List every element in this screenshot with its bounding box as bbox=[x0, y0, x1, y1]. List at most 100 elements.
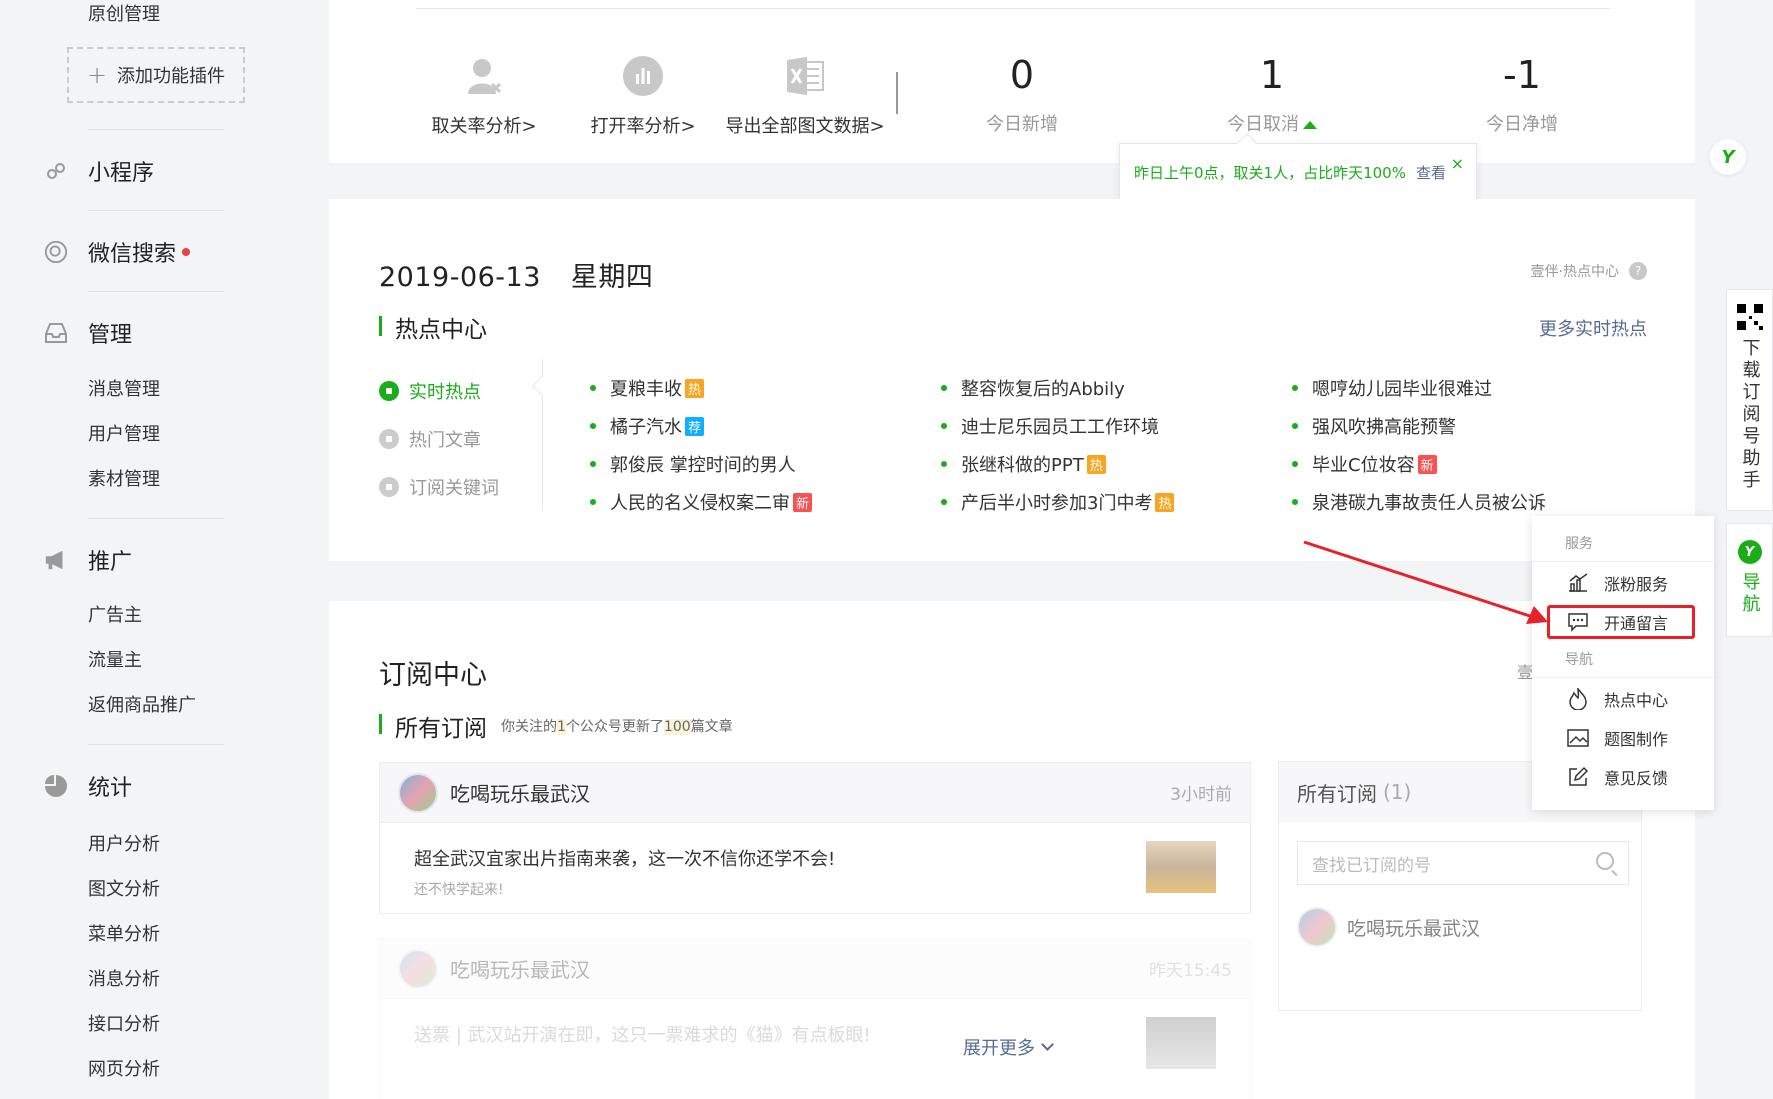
stat-label: 今日取消 bbox=[1227, 114, 1299, 135]
hot-topic[interactable]: 橘子汽水荐 bbox=[590, 407, 812, 445]
article-thumbnail[interactable] bbox=[1146, 1017, 1216, 1069]
sidebar-group-manage[interactable]: 管理 bbox=[44, 317, 132, 349]
brand-label: 壹 bbox=[1517, 663, 1534, 682]
sidebar-group-label: 统计 bbox=[88, 776, 133, 801]
account-name[interactable]: 吃喝玩乐最武汉 bbox=[450, 954, 1149, 983]
tab-realtime-hot[interactable]: 实时热点 bbox=[379, 367, 499, 415]
hot-center-card: 2019-06-13 星期四 壹伴·热点中心 ? 热点中心 更多实时热点 实时热点… bbox=[329, 199, 1695, 561]
panel-title: 所有订阅 bbox=[1297, 781, 1377, 806]
divider bbox=[896, 72, 898, 114]
more-hot-link[interactable]: 更多实时热点 bbox=[1539, 315, 1647, 341]
expand-more-button[interactable]: 展开更多 bbox=[963, 1034, 1054, 1060]
sidebar-group-promote[interactable]: 推广 bbox=[44, 544, 132, 576]
navigation-tab[interactable]: Y 导航 bbox=[1726, 523, 1773, 637]
tab-keywords[interactable]: 订阅关键词 bbox=[379, 463, 499, 511]
sidebar-group-stats[interactable]: 统计 bbox=[44, 770, 132, 802]
growth-chart-icon bbox=[1566, 572, 1590, 594]
topic-text: 张继科做的PPT bbox=[961, 455, 1084, 476]
weekday-text: 星期四 bbox=[570, 262, 654, 293]
sidebar-item-message-analysis[interactable]: 消息分析 bbox=[88, 965, 160, 991]
sidebar-item-article-analysis[interactable]: 图文分析 bbox=[88, 875, 160, 901]
menu-item-hot-center[interactable]: 热点中心 bbox=[1566, 687, 1668, 711]
close-icon[interactable]: × bbox=[1451, 154, 1464, 173]
chevron-down-icon bbox=[1041, 1038, 1054, 1051]
subscription-title: 订阅中心 bbox=[379, 660, 487, 691]
feed-item[interactable]: 吃喝玩乐最武汉 3小时前 超全武汉宜家出片指南来袭，这一次不信你还学不会! 还不… bbox=[379, 762, 1251, 914]
menu-item-label: 涨粉服务 bbox=[1604, 575, 1669, 594]
menu-item-cover-maker[interactable]: 题图制作 bbox=[1566, 726, 1668, 750]
menu-item-grow-fans[interactable]: 涨粉服务 bbox=[1566, 571, 1668, 595]
sidebar-item-materials[interactable]: 素材管理 bbox=[88, 465, 160, 491]
feed-item[interactable]: 吃喝玩乐最武汉 昨天15:45 送票 | 武汉站开演在即，这只一票难求的《猫》有… bbox=[379, 938, 1251, 1099]
hot-topic[interactable]: 毕业C位妆容新 bbox=[1292, 445, 1546, 483]
tab-label: 订阅关键词 bbox=[409, 478, 499, 499]
tab-hot-articles[interactable]: 热门文章 bbox=[379, 415, 499, 463]
hot-topic[interactable]: 整容恢复后的Abbily bbox=[941, 369, 1174, 407]
topic-text: 人民的名义侵权案二审 bbox=[610, 493, 790, 514]
hot-topic[interactable]: 强风吹拂高能预警 bbox=[1292, 407, 1546, 445]
sidebar-item-api-analysis[interactable]: 接口分析 bbox=[88, 1010, 160, 1036]
sidebar-item-publisher[interactable]: 流量主 bbox=[88, 646, 142, 672]
avatar bbox=[1297, 907, 1337, 947]
article-title[interactable]: 送票 | 武汉站开演在即，这只一票难求的《猫》有点板眼! bbox=[414, 1021, 1216, 1047]
hot-topic[interactable]: 嗯哼幼儿园毕业很难过 bbox=[1292, 369, 1546, 407]
hot-topic[interactable]: 泉港碳九事故责任人员被公诉 bbox=[1292, 483, 1546, 521]
subscription-item[interactable]: 吃喝玩乐最武汉 bbox=[1297, 907, 1480, 947]
sidebar-item-menu-analysis[interactable]: 菜单分析 bbox=[88, 920, 160, 946]
sidebar-item-user-analysis[interactable]: 用户分析 bbox=[88, 830, 160, 856]
excel-icon bbox=[785, 56, 825, 96]
open-rate-analysis-button[interactable]: 打开率分析> bbox=[563, 56, 723, 138]
menu-item-label: 题图制作 bbox=[1604, 730, 1669, 749]
download-assistant-tab[interactable]: 下载订阅号助手 bbox=[1726, 289, 1773, 511]
sidebar-item-messages[interactable]: 消息管理 bbox=[88, 375, 160, 401]
stat-new-today: 0 今日新增 bbox=[922, 50, 1122, 136]
search-icon[interactable] bbox=[1596, 852, 1614, 870]
sidebar-group-label: 管理 bbox=[88, 323, 133, 348]
account-name[interactable]: 吃喝玩乐最武汉 bbox=[450, 778, 1170, 807]
article-thumbnail[interactable] bbox=[1146, 841, 1216, 893]
sidebar-group-miniprogram[interactable]: 小程序 bbox=[44, 155, 154, 187]
menu-item-feedback[interactable]: 意见反馈 bbox=[1566, 765, 1668, 789]
hot-topic[interactable]: 迪士尼乐园员工工作环境 bbox=[941, 407, 1174, 445]
sidebar-item-commission[interactable]: 返佣商品推广 bbox=[88, 691, 196, 717]
hot-topic[interactable]: 产后半小时参加3门中考热 bbox=[941, 483, 1175, 521]
yiban-logo-icon: Y bbox=[1721, 146, 1735, 168]
hot-topic[interactable]: 夏粮丰收热 bbox=[590, 369, 812, 407]
search-subscriptions-input[interactable]: 查找已订阅的号 bbox=[1297, 841, 1629, 885]
sidebar-group-wechat-search[interactable]: 微信搜索 bbox=[44, 236, 191, 268]
megaphone-icon bbox=[44, 548, 68, 572]
hot-column: 夏粮丰收热 橘子汽水荐 郭俊辰 掌控时间的男人 人民的名义侵权案二审新 bbox=[590, 369, 812, 521]
feed-time: 3小时前 bbox=[1170, 785, 1232, 805]
add-plugin-button[interactable]: + 添加功能插件 bbox=[67, 47, 245, 103]
plus-icon: + bbox=[86, 61, 108, 89]
hot-topic[interactable]: 人民的名义侵权案二审新 bbox=[590, 483, 812, 521]
yiban-logo-button[interactable]: Y bbox=[1710, 139, 1746, 175]
unfollow-tooltip: 昨日上午0点，取关1人，占比昨天100% 查看 × bbox=[1119, 133, 1477, 201]
sidebar-item-users[interactable]: 用户管理 bbox=[88, 420, 160, 446]
chart-circle-icon bbox=[623, 56, 663, 96]
sidebar-item-original[interactable]: 原创管理 bbox=[88, 0, 160, 26]
hot-column: 嗯哼幼儿园毕业很难过 强风吹拂高能预警 毕业C位妆容新 泉港碳九事故责任人员被公… bbox=[1292, 369, 1546, 521]
brand-label: 壹伴·热点中心 bbox=[1530, 264, 1619, 280]
tooltip-view-link[interactable]: 查看 bbox=[1416, 162, 1446, 183]
export-articles-button[interactable]: 导出全部图文数据> bbox=[725, 56, 885, 138]
note-count: 100 bbox=[663, 719, 691, 735]
topic-text: 泉港碳九事故责任人员被公诉 bbox=[1312, 493, 1546, 514]
topic-text: 毕业C位妆容 bbox=[1312, 455, 1415, 476]
sidebar-item-web-analysis[interactable]: 网页分析 bbox=[88, 1055, 160, 1081]
tool-label: 打开率分析> bbox=[590, 116, 696, 137]
hot-topic[interactable]: 张继科做的PPT 热 bbox=[941, 445, 1174, 483]
hot-topic[interactable]: 郭俊辰 掌控时间的男人 bbox=[590, 445, 812, 483]
article-title[interactable]: 超全武汉宜家出片指南来袭，这一次不信你还学不会! bbox=[414, 845, 1216, 871]
new-tag: 新 bbox=[793, 492, 812, 512]
feed-body: 送票 | 武汉站开演在即，这只一票难求的《猫》有点板眼! bbox=[380, 999, 1250, 1099]
hot-tag: 热 bbox=[685, 378, 704, 398]
unfollow-analysis-button[interactable]: 取关率分析> bbox=[404, 56, 564, 138]
stat-cancel-today[interactable]: 1 今日取消 bbox=[1172, 50, 1372, 136]
menu-group-service: 服务 bbox=[1565, 536, 1593, 552]
pie-chart-icon bbox=[44, 774, 68, 798]
bookmark-icon bbox=[379, 477, 399, 497]
sidebar-item-advertiser[interactable]: 广告主 bbox=[88, 601, 142, 627]
help-icon[interactable]: ? bbox=[1629, 262, 1647, 280]
stat-value: -1 bbox=[1503, 53, 1541, 97]
